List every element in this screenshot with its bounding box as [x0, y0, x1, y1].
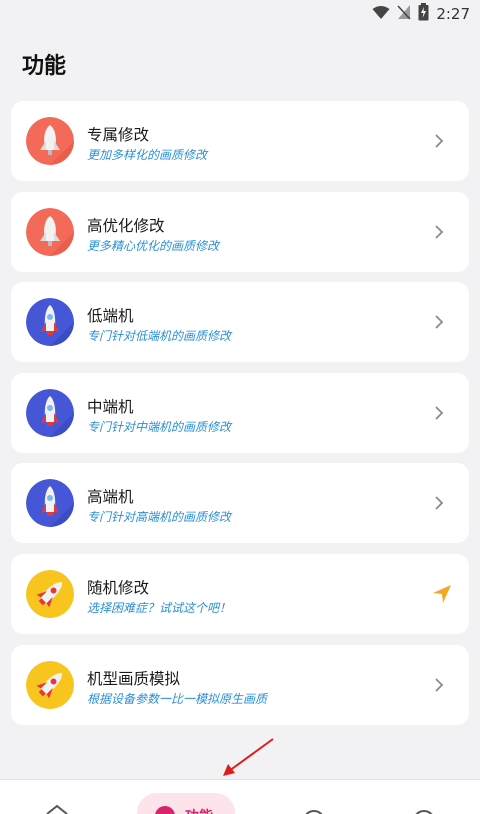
card-subtitle: 专门针对高端机的画质修改: [87, 510, 232, 525]
chevron-right-icon: [431, 132, 447, 150]
card-title: 中端机: [87, 397, 134, 416]
card-subtitle: 选择困难症？试试这个吧！: [87, 600, 232, 615]
feature-card-exclusive-mod[interactable]: 专属修改 更加多样化的画质修改: [11, 101, 469, 181]
feature-card-random-mod[interactable]: 随机修改 选择困难症？试试这个吧！: [11, 553, 469, 634]
card-title: 机型画质模拟: [87, 669, 181, 688]
annotation-arrow-icon: [215, 735, 277, 783]
battery-charging-icon: [418, 3, 429, 25]
card-subtitle: 更加多样化的画质修改: [87, 148, 208, 162]
feature-card-low-end[interactable]: 低端机 专门针对低端机的画质修改: [11, 282, 469, 363]
feature-list: 专属修改 更加多样化的画质修改 高优化修改 更多精心优化的画质修改 低端机 专门…: [11, 101, 469, 735]
card-subtitle: 专门针对低端机的画质修改: [87, 329, 232, 344]
chevron-right-icon: [431, 404, 447, 422]
rocket-blue-icon: [26, 479, 74, 528]
card-title: 高优化修改: [87, 216, 165, 235]
status-bar: 2:27: [0, 0, 480, 28]
rocket-coral-icon: [26, 207, 74, 256]
nav-profile[interactable]: [394, 784, 454, 814]
card-title: 低端机: [87, 307, 134, 326]
status-time: 2:27: [436, 5, 470, 23]
card-title: 高端机: [87, 488, 134, 507]
rocket-yellow-icon: [26, 569, 74, 618]
status-icons: 2:27: [372, 3, 470, 25]
chevron-right-icon: [431, 313, 447, 331]
info-icon: [284, 809, 344, 814]
no-signal-icon: [397, 4, 411, 24]
feature-card-mid-range[interactable]: 中端机 专门针对中端机的画质修改: [11, 372, 469, 453]
send-arrow-icon: [431, 583, 453, 605]
card-subtitle: 更多精心优化的画质修改: [87, 238, 220, 253]
card-title: 随机修改: [87, 578, 150, 597]
chevron-right-icon: [431, 676, 447, 694]
bottom-nav: 功能: [0, 779, 480, 814]
card-title: 专属修改: [87, 126, 150, 144]
chevron-right-icon: [431, 223, 447, 241]
nav-info[interactable]: [284, 784, 344, 814]
profile-icon: [394, 809, 454, 814]
page-title: 功能: [22, 54, 67, 79]
card-subtitle: 专门针对中端机的画质修改: [87, 419, 232, 434]
rocket-blue-icon: [26, 298, 74, 347]
feature-card-high-end[interactable]: 高端机 专门针对高端机的画质修改: [11, 463, 469, 544]
wifi-icon: [372, 5, 390, 24]
rocket-coral-icon: [26, 117, 74, 165]
feature-card-device-simulation[interactable]: 机型画质模拟 根据设备参数一比一模拟原生画质: [11, 644, 469, 725]
card-subtitle: 根据设备参数一比一模拟原生画质: [87, 691, 268, 706]
rocket-blue-icon: [26, 388, 74, 437]
nav-home[interactable]: [27, 784, 87, 814]
feature-card-high-optimization[interactable]: 高优化修改 更多精心优化的画质修改: [11, 191, 469, 272]
rocket-yellow-icon: [26, 660, 74, 709]
chevron-right-icon: [431, 494, 447, 512]
home-icon: [27, 804, 87, 814]
